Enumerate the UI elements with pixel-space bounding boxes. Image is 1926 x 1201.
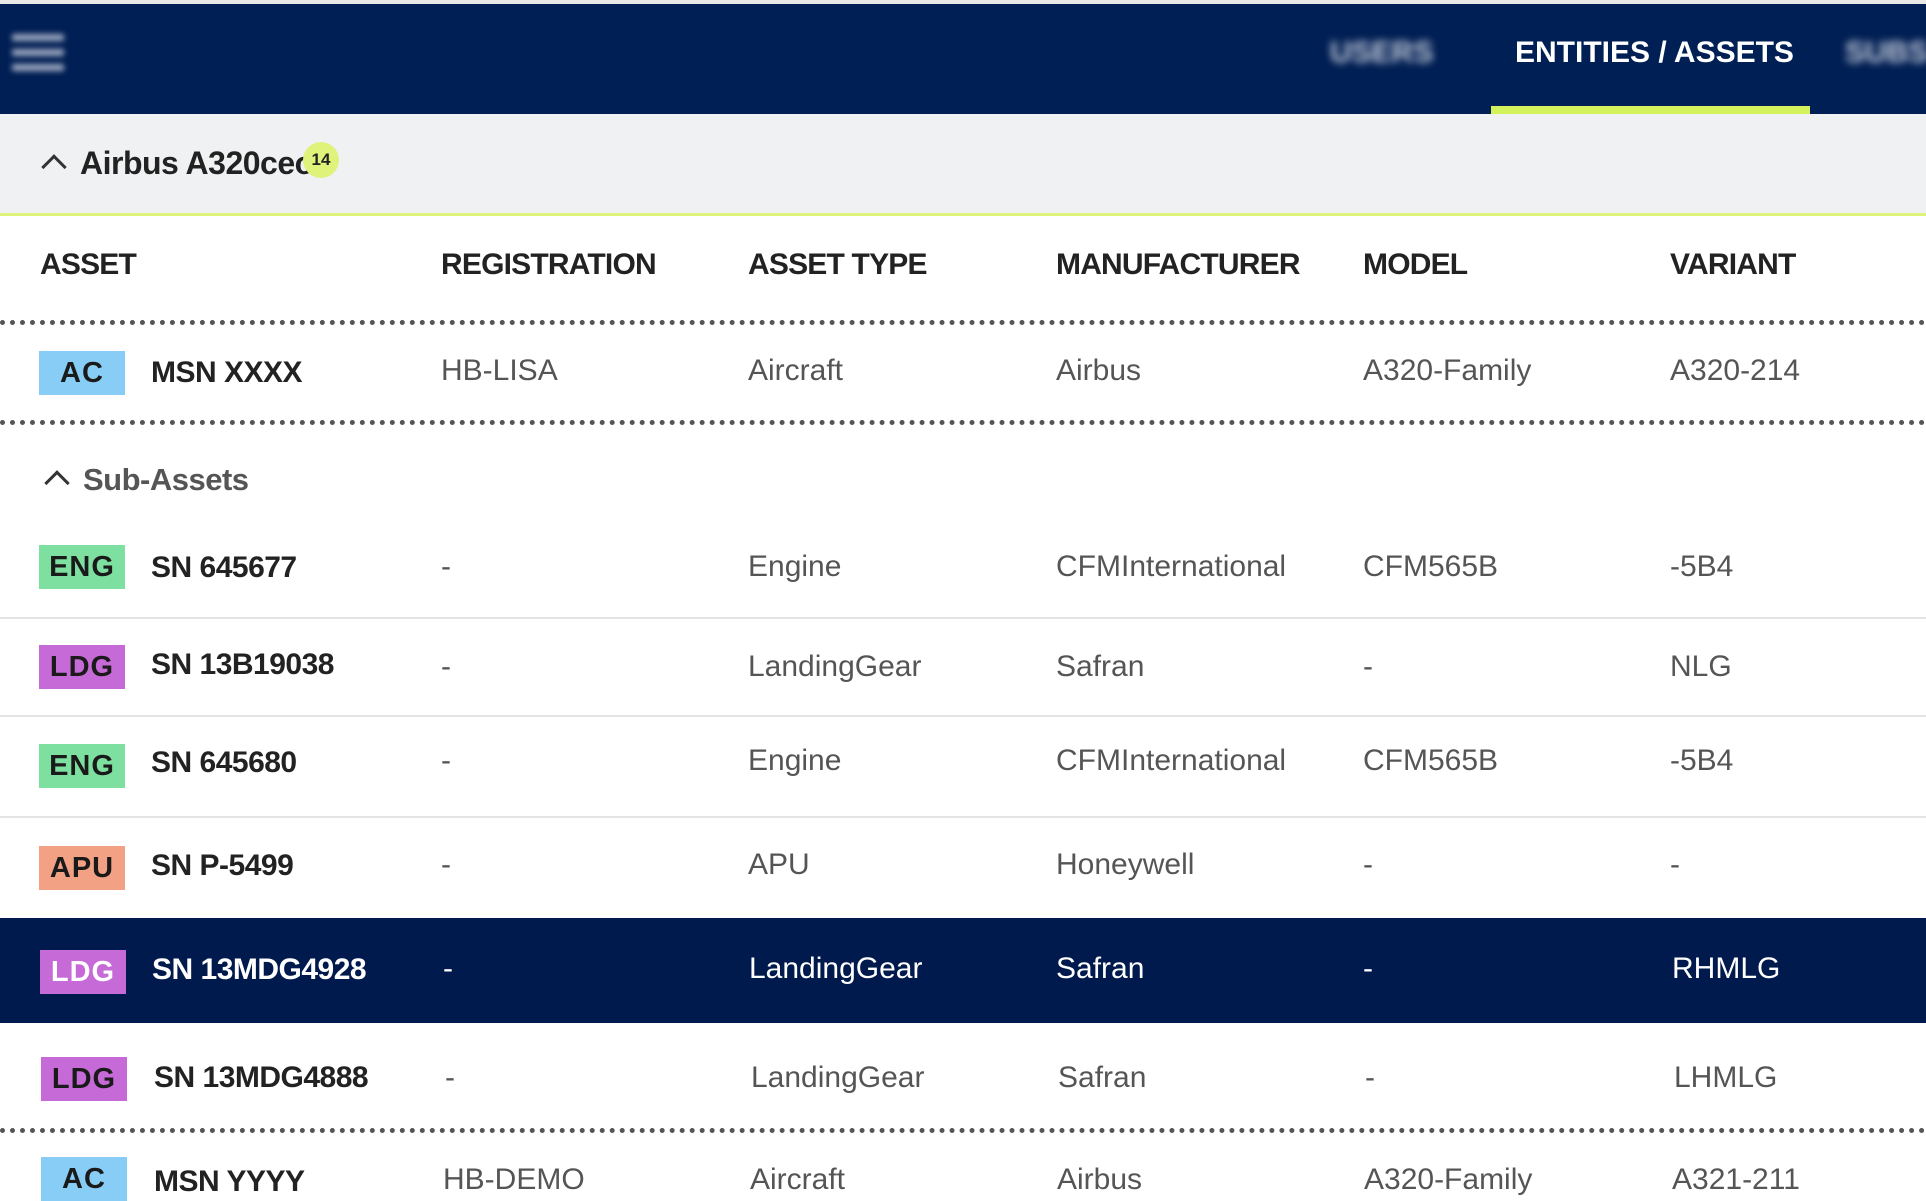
model-cell: CFM565B — [1363, 744, 1499, 777]
asset-type-cell: Aircraft — [748, 354, 844, 387]
model-cell: A320-Family — [1363, 354, 1532, 387]
asset-type-cell: Engine — [748, 550, 842, 583]
table-row[interactable]: ENG SN 645680 - Engine CFMInternational … — [0, 717, 1926, 816]
column-header-asset-type[interactable]: ASSET TYPE — [748, 248, 928, 282]
registration-cell: - — [441, 650, 451, 683]
asset-name: SN 13B19038 — [151, 648, 334, 681]
model-cell: CFM565B — [1363, 550, 1499, 583]
asset-name: MSN YYYY — [154, 1165, 305, 1198]
variant-cell: A320-214 — [1670, 354, 1801, 387]
registration-cell: - — [441, 744, 451, 777]
chevron-up-icon[interactable] — [43, 466, 67, 490]
table-row-main-asset[interactable]: AC MSN XXXX HB-LISA Aircraft Airbus A320… — [0, 325, 1926, 420]
registration-cell: - — [445, 1061, 455, 1094]
table-row[interactable]: LDG SN 13B19038 - LandingGear Safran - N… — [0, 619, 1926, 715]
asset-type-badge: LDG — [39, 645, 125, 689]
asset-type-cell: LandingGear — [749, 952, 923, 985]
manufacturer-cell: Safran — [1056, 952, 1145, 985]
chevron-up-icon[interactable] — [40, 150, 64, 174]
asset-type-badge: LDG — [40, 950, 126, 994]
asset-type-badge: LDG — [41, 1057, 127, 1101]
variant-cell: -5B4 — [1670, 744, 1734, 777]
table-row[interactable]: LDG SN 13MDG4888 - LandingGear Safran - … — [0, 1023, 1926, 1128]
tab-entities-assets-label: ENTITIES / ASSETS — [1515, 36, 1794, 69]
table-row[interactable]: ENG SN 645677 - Engine CFMInternational … — [0, 520, 1926, 617]
column-header-registration[interactable]: REGISTRATION — [441, 248, 657, 282]
model-cell: A320-Family — [1364, 1163, 1533, 1196]
registration-cell: HB-LISA — [441, 354, 558, 387]
sub-assets-title[interactable]: Sub-Assets — [83, 462, 249, 498]
column-header-variant[interactable]: VARIANT — [1670, 248, 1796, 282]
variant-cell: -5B4 — [1670, 550, 1734, 583]
registration-cell: HB-DEMO — [443, 1163, 585, 1196]
asset-name: SN 13MDG4888 — [154, 1061, 369, 1094]
asset-type-cell: LandingGear — [748, 650, 922, 683]
manufacturer-cell: CFMInternational — [1056, 550, 1287, 583]
model-cell: - — [1363, 848, 1373, 881]
manufacturer-cell: Safran — [1056, 650, 1145, 683]
asset-type-badge: ENG — [39, 545, 125, 589]
asset-name: SN 13MDG4928 — [152, 953, 367, 986]
table-row-next-asset[interactable]: AC MSN YYYY HB-DEMO Aircraft Airbus A320… — [0, 1133, 1926, 1201]
table-row[interactable]: APU SN P-5499 - APU Honeywell - - — [0, 818, 1926, 918]
registration-cell: - — [441, 550, 451, 583]
registration-cell: - — [443, 952, 453, 985]
model-cell: - — [1363, 952, 1373, 985]
variant-cell: - — [1670, 848, 1680, 881]
tab-subs[interactable]: SUBS — [1845, 36, 1926, 70]
asset-type-cell: APU — [748, 848, 810, 881]
variant-cell: RHMLG — [1672, 952, 1781, 985]
column-header-model[interactable]: MODEL — [1363, 248, 1468, 282]
asset-type-badge: ENG — [39, 744, 125, 788]
manufacturer-cell: CFMInternational — [1056, 744, 1287, 777]
column-header-manufacturer[interactable]: MANUFACTURER — [1056, 248, 1301, 282]
asset-name: SN 645677 — [151, 551, 297, 584]
asset-name: SN 645680 — [151, 746, 297, 779]
manufacturer-cell: Airbus — [1057, 1163, 1143, 1196]
variant-cell: A321-211 — [1672, 1163, 1800, 1196]
manufacturer-cell: Safran — [1058, 1061, 1147, 1094]
tab-entities-assets[interactable]: ENTITIES / ASSETS — [1491, 36, 1810, 115]
top-nav-bar: USERS ENTITIES / ASSETS SUBS — [0, 0, 1926, 115]
model-cell: - — [1365, 1061, 1375, 1094]
variant-cell: LHMLG — [1674, 1061, 1778, 1094]
asset-type-cell: LandingGear — [751, 1061, 925, 1094]
asset-name: SN P-5499 — [151, 849, 294, 882]
asset-type-badge: APU — [39, 846, 125, 890]
tab-users[interactable]: USERS — [1330, 36, 1433, 70]
divider — [0, 420, 1926, 425]
group-title: Airbus A320ceo — [80, 145, 314, 181]
asset-type-cell: Aircraft — [750, 1163, 846, 1196]
asset-name: MSN XXXX — [151, 356, 303, 389]
column-header-asset[interactable]: ASSET — [40, 248, 137, 282]
manufacturer-cell: Honeywell — [1056, 848, 1195, 881]
asset-count-badge: 14 — [303, 142, 339, 178]
asset-type-badge: AC — [41, 1157, 127, 1201]
manufacturer-cell: Airbus — [1056, 354, 1142, 387]
asset-type-badge: AC — [39, 351, 125, 395]
hamburger-menu-icon[interactable] — [12, 34, 64, 80]
model-cell: - — [1363, 650, 1373, 683]
variant-cell: NLG — [1670, 650, 1732, 683]
asset-type-cell: Engine — [748, 744, 842, 777]
table-row-selected[interactable]: LDG SN 13MDG4928 - LandingGear Safran - … — [0, 918, 1926, 1023]
registration-cell: - — [441, 848, 451, 881]
